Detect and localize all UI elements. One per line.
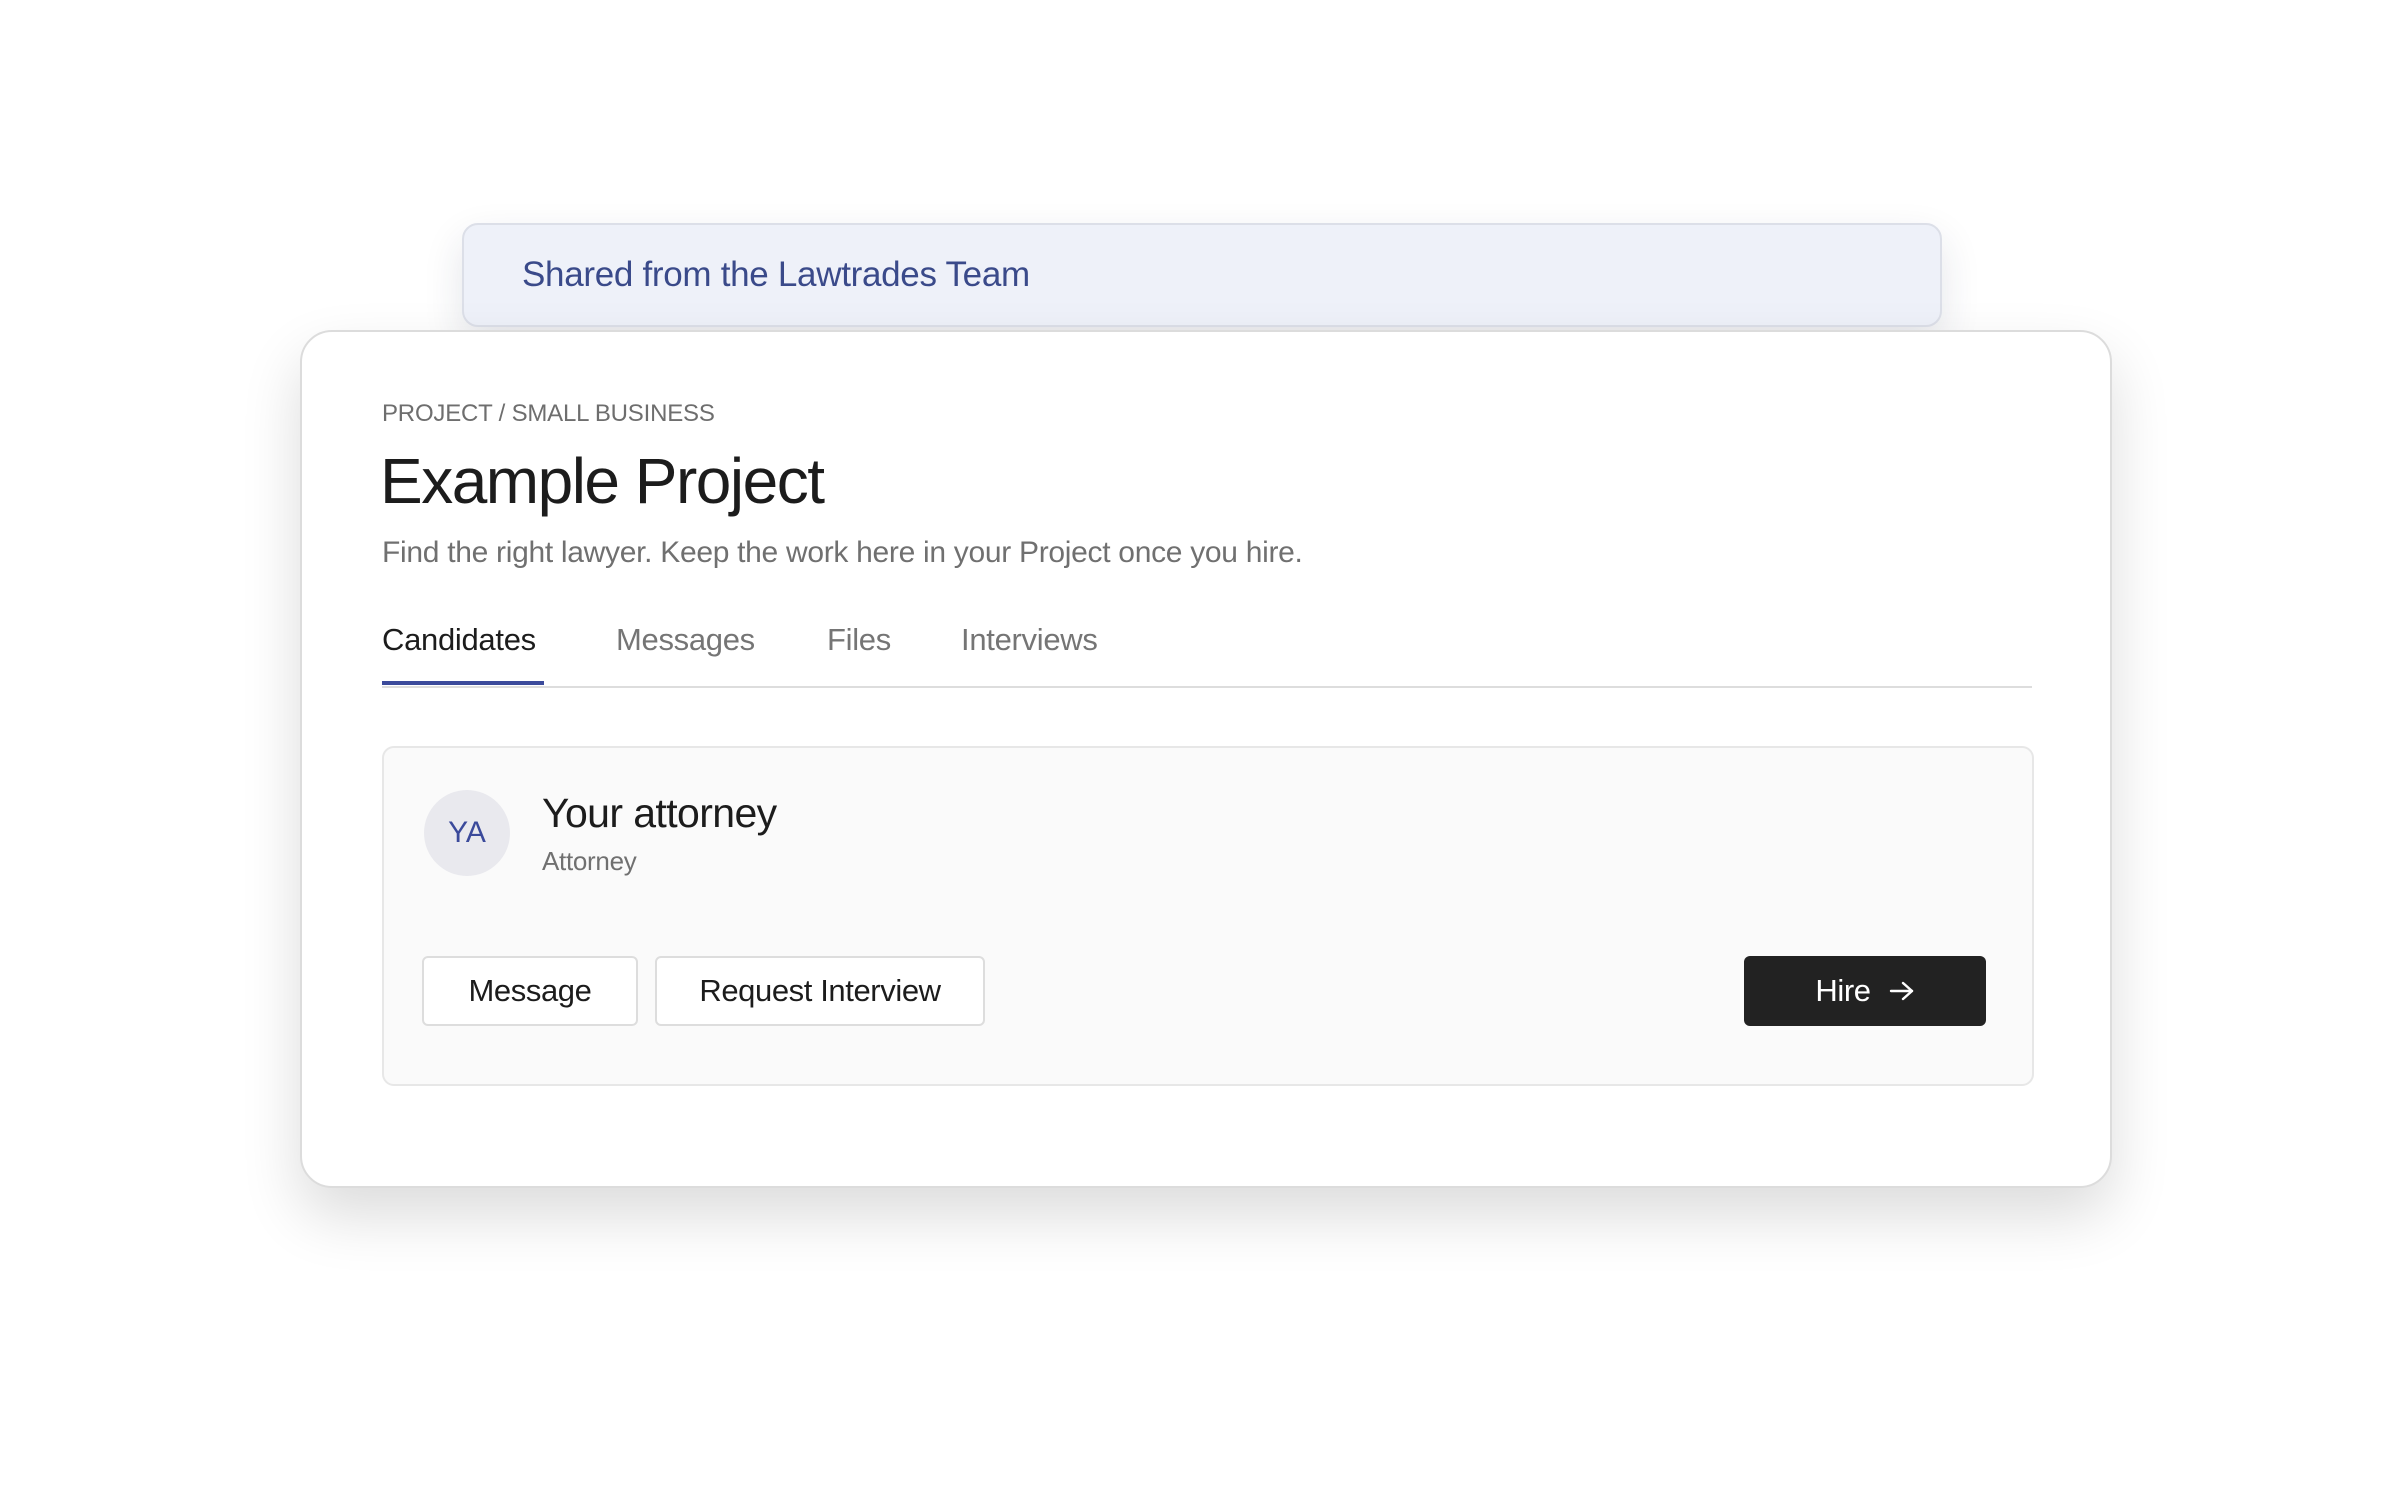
request-interview-button-label: Request Interview xyxy=(699,973,941,1008)
page-title: Example Project xyxy=(380,445,825,517)
page-subtitle: Find the right lawyer. Keep the work her… xyxy=(382,536,1303,569)
tab-files[interactable]: Files xyxy=(827,622,891,658)
shared-banner: Shared from the Lawtrades Team xyxy=(462,223,1942,327)
message-button[interactable]: Message xyxy=(422,956,638,1026)
stage: Shared from the Lawtrades Team PROJECT /… xyxy=(0,0,2400,1500)
tab-messages[interactable]: Messages xyxy=(616,622,755,658)
active-tab-indicator xyxy=(382,681,544,685)
breadcrumb: PROJECT / SMALL BUSINESS xyxy=(382,400,715,427)
candidate-card: YA Your attorney Attorney Message Reques… xyxy=(382,746,2034,1086)
candidate-role: Attorney xyxy=(542,846,637,876)
request-interview-button[interactable]: Request Interview xyxy=(655,956,985,1026)
project-card: PROJECT / SMALL BUSINESS Example Project… xyxy=(300,330,2112,1188)
arrow-right-icon xyxy=(1889,981,1913,1001)
tab-bar: Candidates Messages Files Interviews xyxy=(382,622,2032,688)
tab-interviews[interactable]: Interviews xyxy=(961,622,1098,658)
message-button-label: Message xyxy=(468,973,592,1008)
shared-banner-text: Shared from the Lawtrades Team xyxy=(522,255,1030,294)
hire-button[interactable]: Hire xyxy=(1744,956,1986,1026)
hire-button-label: Hire xyxy=(1815,973,1871,1008)
avatar: YA xyxy=(424,790,510,876)
candidate-name: Your attorney xyxy=(542,790,777,836)
tab-candidates[interactable]: Candidates xyxy=(382,622,536,658)
